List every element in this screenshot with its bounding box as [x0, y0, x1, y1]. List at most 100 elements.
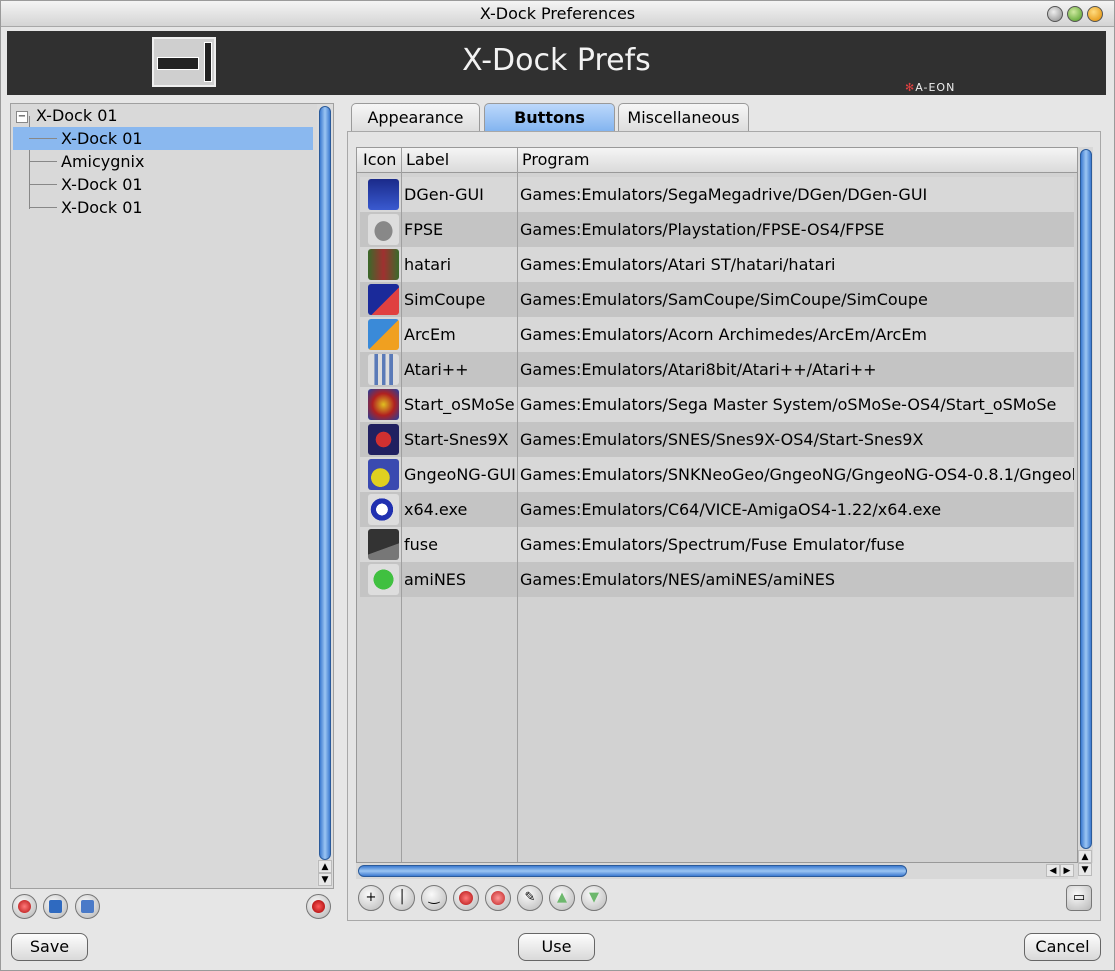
window-dock-alt-button[interactable] [75, 894, 100, 919]
tree-root-label: X-Dock 01 [36, 106, 118, 125]
list-scroll-up-icon[interactable]: ▲ [1078, 850, 1092, 863]
brand-logo: ✻A-EON [905, 81, 956, 94]
banner: X-Dock Prefs ✻A-EON [7, 31, 1106, 95]
tree-item-label: X-Dock 01 [61, 175, 143, 194]
list-scroll-down-icon[interactable]: ▼ [1078, 863, 1092, 876]
label-cell: Start_oSMoSe [404, 395, 515, 414]
list-row[interactable]: fuse Games:Emulators/Spectrum/Fuse Emulat… [360, 527, 1074, 562]
separator-button-icon[interactable]: │ [389, 885, 415, 911]
tree-item[interactable]: X-Dock 01 [13, 173, 313, 196]
iconify-button[interactable] [1047, 6, 1063, 22]
list-row[interactable]: x64.exe Games:Emulators/C64/VICE-AmigaOS4… [360, 492, 1074, 527]
list-vertical-scrollbar[interactable] [1078, 147, 1093, 863]
tab-miscellaneous[interactable]: Miscellaneous [618, 103, 749, 132]
list-row[interactable]: DGen-GUI Games:Emulators/SegaMegadrive/DG… [360, 177, 1074, 212]
list-row[interactable]: Atari++ Games:Emulators/Atari8bit/Atari++… [360, 352, 1074, 387]
osmose-icon [368, 389, 399, 420]
collapse-icon[interactable]: − [16, 110, 28, 123]
preferences-window: X-Dock Preferences X-Dock Prefs ✻A-EON −… [0, 0, 1115, 971]
list-row[interactable]: Start-Snes9X Games:Emulators/SNES/Snes9X-… [360, 422, 1074, 457]
program-cell: Games:Emulators/SNES/Snes9X-OS4/Start-Sn… [520, 430, 924, 449]
label-cell: x64.exe [404, 500, 468, 519]
icon-cell [364, 457, 400, 492]
icon-cell [364, 247, 400, 282]
window-title: X-Dock Preferences [479, 4, 636, 23]
list-row[interactable]: amiNES Games:Emulators/NES/amiNES/amiNES [360, 562, 1074, 597]
list-row[interactable]: hatari Games:Emulators/Atari ST/hatari/ha… [360, 247, 1074, 282]
title-bar[interactable]: X-Dock Preferences [1, 1, 1114, 27]
use-button[interactable]: Use [518, 933, 595, 961]
label-cell: amiNES [404, 570, 467, 589]
add-dock-button[interactable] [12, 894, 37, 919]
icon-cell [364, 492, 400, 527]
tree-item[interactable]: X-Dock 01 [13, 127, 313, 150]
scroll-up-icon[interactable]: ▲ [318, 860, 332, 873]
column-program[interactable]: Program [517, 148, 1077, 173]
scroll-right-icon[interactable]: ▶ [1060, 864, 1074, 877]
icon-cell [364, 317, 400, 352]
list-horizontal-scrollbar[interactable]: ◀ ▶ [356, 863, 1078, 879]
zoom-button[interactable] [1067, 6, 1083, 22]
label-cell: FPSE [404, 220, 444, 239]
label-cell: hatari [404, 255, 452, 274]
label-cell: SimCoupe [404, 290, 486, 309]
atari-logo-icon [368, 354, 399, 385]
snes9x-icon [368, 424, 399, 455]
column-icon[interactable]: Icon [358, 148, 398, 173]
scroll-down-icon[interactable]: ▼ [318, 873, 332, 886]
program-cell: Games:Emulators/NES/amiNES/amiNES [520, 570, 835, 589]
label-cell: fuse [404, 535, 438, 554]
delete-dock-button[interactable] [306, 894, 331, 919]
program-cell: Games:Emulators/Atari ST/hatari/hatari [520, 255, 836, 274]
program-cell: Games:Emulators/Acorn Archimedes/ArcEm/A… [520, 325, 928, 344]
scroll-left-icon[interactable]: ◀ [1046, 864, 1060, 877]
hatari-icon [368, 249, 399, 280]
list-hscroll-thumb[interactable] [358, 865, 907, 877]
tree-item[interactable]: X-Dock 01 [13, 196, 313, 219]
move-up-icon[interactable]: ▲ [549, 885, 575, 911]
program-cell: Games:Emulators/SegaMegadrive/DGen/DGen-… [520, 185, 928, 204]
column-label[interactable]: Label [401, 148, 516, 173]
tree-scroll-thumb[interactable] [319, 106, 331, 860]
icon-cell [364, 562, 400, 597]
space-button-icon[interactable]: ‿ [421, 885, 447, 911]
commodore-icon [368, 494, 399, 525]
list-header: Icon Label Program [357, 148, 1077, 173]
list-row[interactable]: SimCoupe Games:Emulators/SamCoupe/SimCoup… [360, 282, 1074, 317]
tree-root[interactable]: − X-Dock 01 [15, 104, 315, 127]
tree-item-label: X-Dock 01 [61, 129, 143, 148]
simcoupe-icon [368, 284, 399, 315]
icon-cell [364, 387, 400, 422]
program-cell: Games:Emulators/Sega Master System/oSMoS… [520, 395, 1057, 414]
tree-item-label: Amicygnix [61, 152, 145, 171]
spectrum-icon [368, 529, 399, 560]
icon-cell [364, 527, 400, 562]
window-dock-button[interactable] [43, 894, 68, 919]
tree-scrollbar[interactable]: ▲ ▼ [317, 104, 333, 888]
list-row[interactable]: ArcEm Games:Emulators/Acorn Archimedes/Ar… [360, 317, 1074, 352]
close-button[interactable] [1087, 6, 1103, 22]
delete-button-icon[interactable]: ▭ [1066, 885, 1092, 911]
edit-pencil-icon[interactable]: ✎ [517, 885, 543, 911]
buttons-list[interactable]: Icon Label Program DGen-GUI Games:Emulato… [356, 147, 1078, 863]
tab-appearance[interactable]: Appearance [351, 103, 480, 132]
tab-buttons[interactable]: Buttons [484, 103, 615, 133]
add-red-icon[interactable] [453, 885, 479, 911]
add-button-icon[interactable]: + [358, 885, 384, 911]
move-down-icon[interactable]: ▼ [581, 885, 607, 911]
save-button[interactable]: Save [11, 933, 88, 961]
label-cell: Start-Snes9X [404, 430, 509, 449]
list-scroll-thumb[interactable] [1080, 149, 1092, 849]
dock-tree: − X-Dock 01 X-Dock 01 Amicygnix X-Dock 01 X-… [10, 103, 334, 889]
icon-cell [364, 177, 400, 212]
banner-title: X-Dock Prefs [462, 43, 651, 78]
list-row[interactable]: FPSE Games:Emulators/Playstation/FPSE-OS4… [360, 212, 1074, 247]
tree-item[interactable]: Amicygnix [13, 150, 313, 173]
add-green-icon[interactable] [485, 885, 511, 911]
list-row[interactable]: GngeoNG-GUI Games:Emulators/SNKNeoGeo/Gng… [360, 457, 1074, 492]
cancel-button[interactable]: Cancel [1024, 933, 1101, 961]
label-cell: GngeoNG-GUI [404, 465, 516, 484]
label-cell: DGen-GUI [404, 185, 484, 204]
list-row[interactable]: Start_oSMoSe Games:Emulators/Sega Master … [360, 387, 1074, 422]
dgen-icon [368, 179, 399, 210]
